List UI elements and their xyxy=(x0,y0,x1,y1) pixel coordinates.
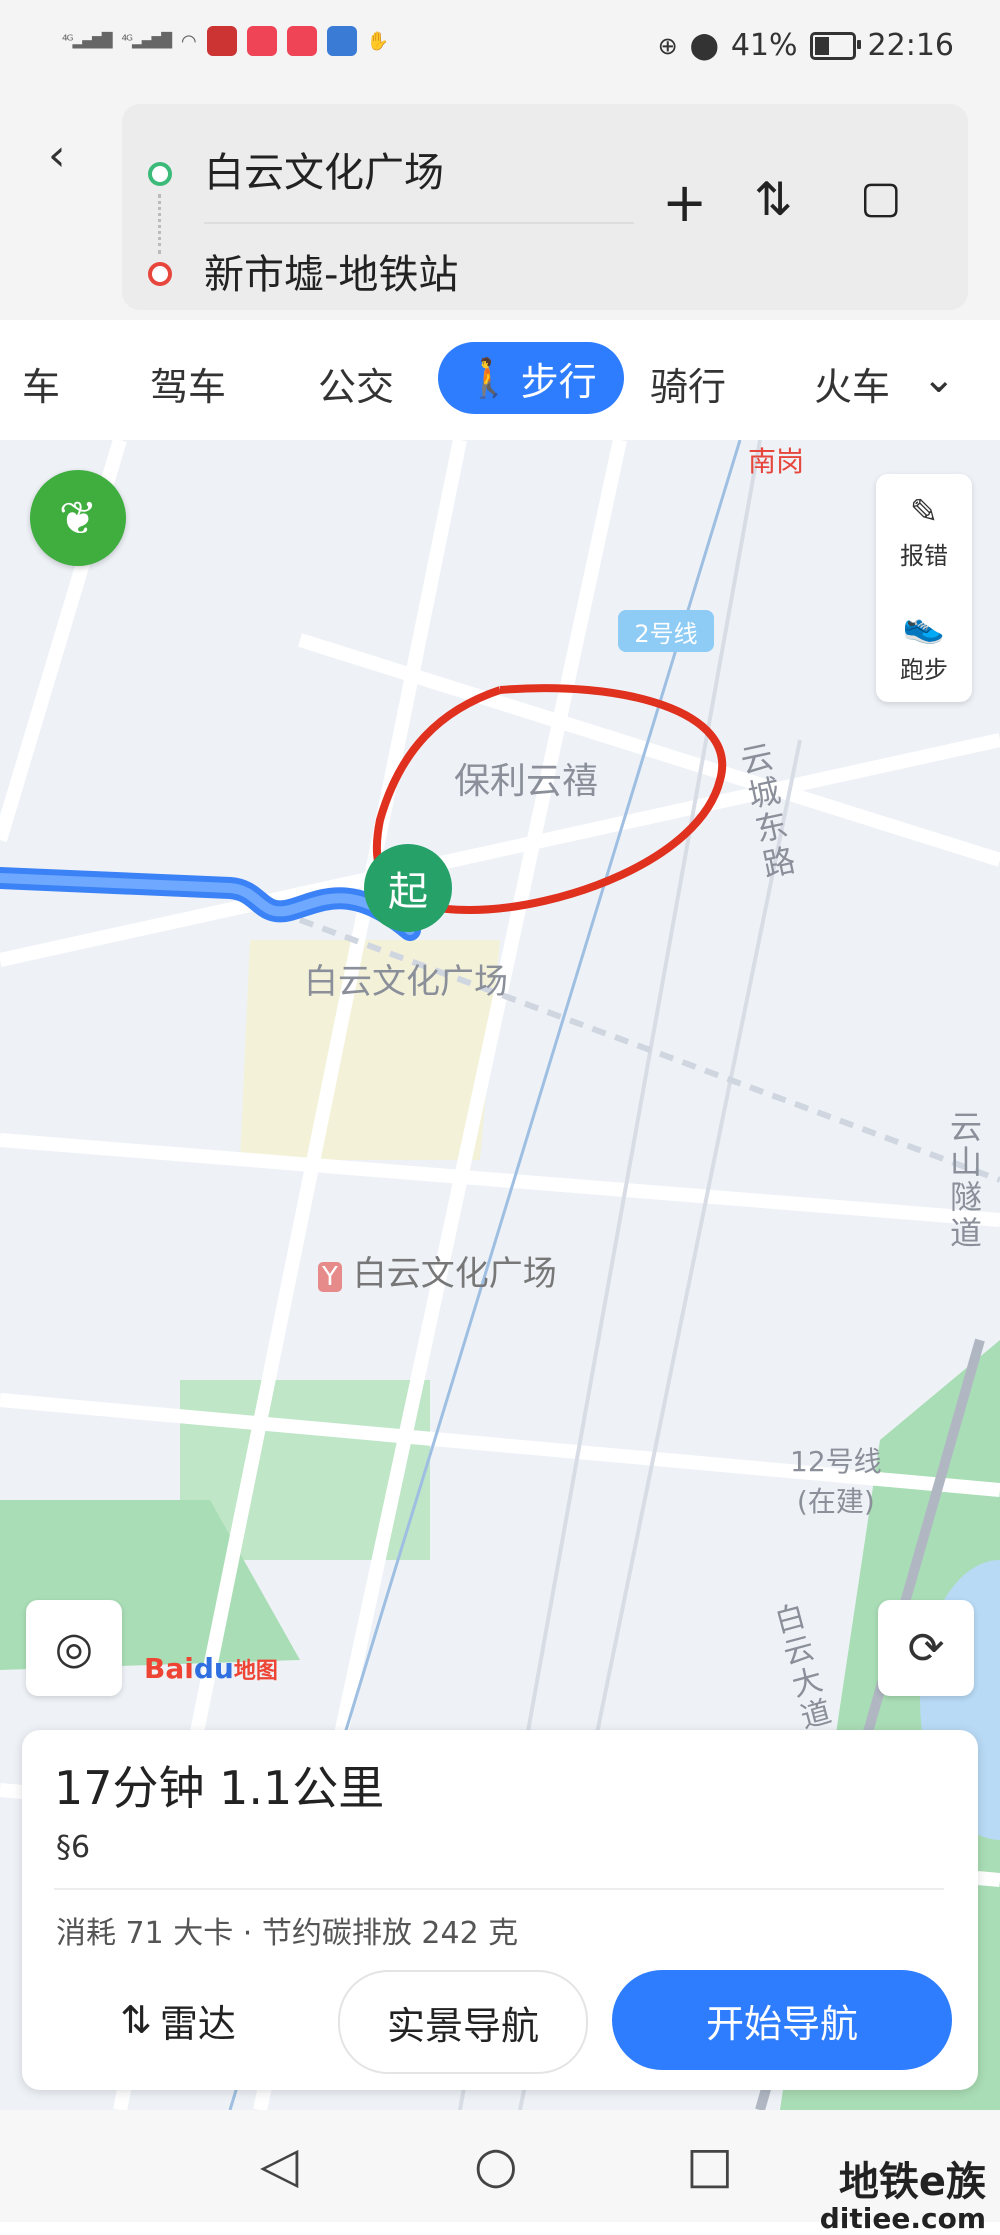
app-notification-icon xyxy=(326,26,357,56)
start-marker[interactable]: 起 xyxy=(364,844,452,932)
tab-walk-label: 步行 xyxy=(520,359,597,404)
swap-route-button[interactable]: ⇅ xyxy=(754,176,793,222)
signal-icon: ⁴ᴳ▂▄▆█ xyxy=(62,33,113,49)
traffic-lights: §6 xyxy=(56,1830,90,1865)
leaf-icon[interactable]: ❦ xyxy=(30,470,126,566)
divider xyxy=(54,1888,944,1890)
map-label-metro: 南岗 xyxy=(748,445,805,478)
app-notification-icon xyxy=(286,26,317,56)
watermark-title: 地铁e族 xyxy=(838,2159,986,2205)
battery-icon xyxy=(809,31,861,60)
clock: 22:16 xyxy=(867,28,954,63)
route-connector xyxy=(158,194,161,254)
signal-icon: ⁴ᴳ▂▄▆█ xyxy=(121,33,173,49)
route-header: ‹ 白云文化广场 新市墟-地铁站 + ⇅ ▢ xyxy=(0,90,1000,320)
back-nav-icon[interactable]: ◁ xyxy=(260,2136,298,2194)
baidu-logo: Baidu地图 xyxy=(144,1652,278,1685)
home-nav-icon[interactable]: ○ xyxy=(474,2136,518,2194)
logo-text: Bai xyxy=(144,1652,194,1685)
map-label-start: 白云文化广场 xyxy=(304,962,508,1002)
watermark: 地铁e族 ditiee.com xyxy=(820,2160,986,2235)
origin-dot-icon xyxy=(148,162,172,186)
metro-icon: Y xyxy=(318,1262,342,1292)
station-label: 白云文化广场 xyxy=(352,1254,557,1294)
nfc-icon: ⊕ xyxy=(657,31,678,60)
radar-icon: ⇅ xyxy=(120,1998,152,2042)
target-icon: ◎ xyxy=(54,1622,94,1674)
tab-train[interactable]: 火车 xyxy=(814,356,890,411)
map-label-tunnel: 云山隧道 xyxy=(950,1108,983,1252)
start-navigation-button[interactable]: 开始导航 xyxy=(612,1970,952,2070)
locate-button[interactable]: ◎ xyxy=(26,1600,122,1696)
radar-label: 雷达 xyxy=(159,2001,236,2046)
duration-distance: 17分钟 1.1公里 xyxy=(54,1761,385,1815)
route-stats: 消耗 71 大卡 · 节约碳排放 242 克 xyxy=(56,1916,519,1951)
gesture-icon: ✋ xyxy=(366,30,390,52)
map-side-buttons: ✎ 报错 👟 跑步 xyxy=(876,474,972,702)
metro-line-badge: 2号线 xyxy=(618,610,714,652)
wifi-icon: ◠ xyxy=(181,30,197,52)
origin-field[interactable]: 白云文化广场 xyxy=(204,140,444,198)
tab-bus[interactable]: 公交 xyxy=(318,356,394,411)
location-icon: ⬤ xyxy=(689,30,719,61)
live-view-nav-button[interactable]: 实景导航 xyxy=(338,1970,588,2074)
radar-button[interactable]: ⇅ 雷达 xyxy=(78,1970,278,2070)
run-button[interactable]: 👟 跑步 xyxy=(876,606,972,685)
add-waypoint-button[interactable]: + xyxy=(662,176,707,230)
shoe-icon: 👟 xyxy=(902,606,946,646)
map-label-line12: 12号线 (在建) xyxy=(790,1445,882,1518)
chevron-down-icon[interactable]: ⌄ xyxy=(922,356,956,402)
status-icons-left: ⁴ᴳ▂▄▆█ ⁴ᴳ▂▄▆█ ◠ ✋ xyxy=(62,26,389,56)
recents-nav-icon[interactable]: □ xyxy=(686,2136,733,2194)
map-label-poi: 保利云禧 xyxy=(454,761,599,802)
tab-bike[interactable]: 骑行 xyxy=(650,356,726,411)
route-summary-card: 17分钟 1.1公里 §6 消耗 71 大卡 · 节约碳排放 242 克 ⇅ 雷达… xyxy=(22,1730,978,2090)
report-error-label: 报错 xyxy=(900,542,948,570)
route-card: 白云文化广场 新市墟-地铁站 + ⇅ ▢ xyxy=(122,104,968,310)
app-notification-icon xyxy=(206,26,237,56)
watermark-site: ditiee.com xyxy=(819,2202,986,2235)
report-error-button[interactable]: ✎ 报错 xyxy=(876,492,972,571)
status-bar: ⁴ᴳ▂▄▆█ ⁴ᴳ▂▄▆█ ◠ ✋ ⊕ ⬤ 41% 22:16 xyxy=(0,0,1000,90)
tab-car[interactable]: 车 xyxy=(22,356,60,411)
divider xyxy=(204,222,634,224)
tab-drive[interactable]: 驾车 xyxy=(150,356,226,411)
back-icon[interactable]: ‹ xyxy=(48,130,66,181)
status-icons-right: ⊕ ⬤ 41% 22:16 xyxy=(658,28,954,63)
traffic-light-icon: § xyxy=(56,1830,71,1865)
logo-suffix: 地图 xyxy=(233,1659,278,1684)
edit-icon: ✎ xyxy=(909,492,939,532)
traffic-light-count: 6 xyxy=(71,1830,91,1865)
walk-icon: 🚶 xyxy=(465,355,513,400)
transport-mode-tabs: 车 驾车 公交 🚶 步行 骑行 火车 ⌄ xyxy=(0,320,1000,440)
run-label: 跑步 xyxy=(900,656,948,684)
more-options-icon[interactable]: ▢ xyxy=(860,176,902,220)
destination-field[interactable]: 新市墟-地铁站 xyxy=(204,242,458,300)
battery-percent: 41% xyxy=(730,28,798,63)
app-notification-icon xyxy=(246,26,277,56)
refresh-icon: ⟳ xyxy=(907,1622,945,1674)
destination-dot-icon xyxy=(148,262,172,286)
refresh-button[interactable]: ⟳ xyxy=(878,1600,974,1696)
map-label-station: Y 白云文化广场 xyxy=(318,1246,557,1295)
tab-walk[interactable]: 🚶 步行 xyxy=(438,342,624,414)
logo-du: du xyxy=(193,1652,234,1685)
